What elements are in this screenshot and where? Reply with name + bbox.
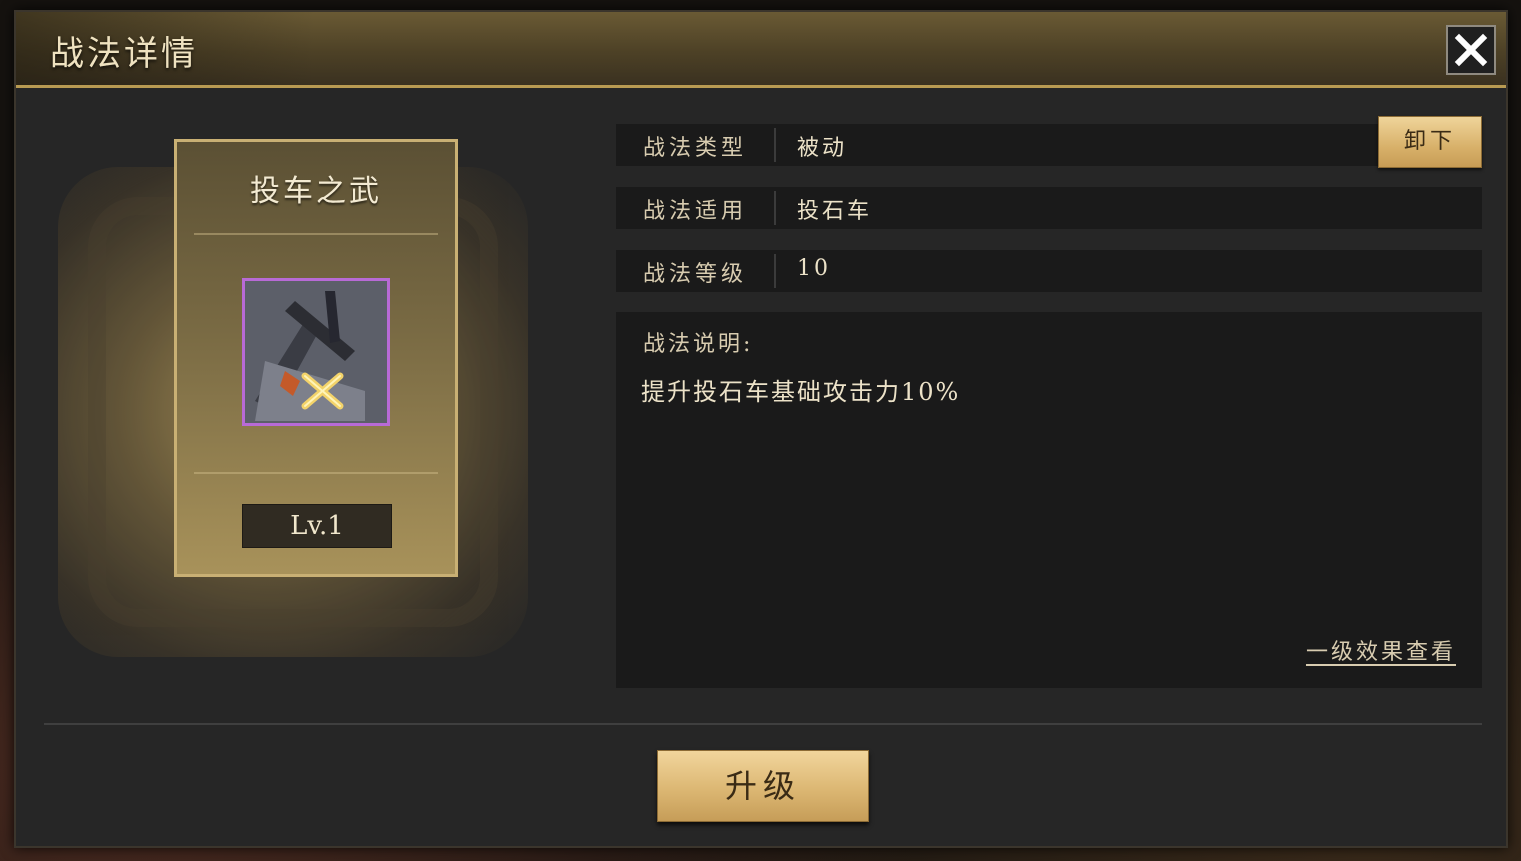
info-row-level: 战法等级 10 <box>616 250 1482 292</box>
type-value: 被动 <box>797 136 848 161</box>
dialog-title: 战法详情 <box>50 34 198 74</box>
type-label: 战法类型 <box>643 136 748 161</box>
description-heading: 战法说明: <box>643 332 754 357</box>
skill-card: 投车之武 Lv.1 <box>174 139 458 577</box>
applicable-label: 战法适用 <box>643 199 748 224</box>
skill-name: 投车之武 <box>250 174 382 209</box>
card-divider-top <box>194 233 438 235</box>
upgrade-button[interactable]: 升级 <box>657 750 869 822</box>
close-icon <box>1454 33 1488 67</box>
catapult-skill-icon <box>242 278 390 426</box>
description-panel: 战法说明: 提升投石车基础攻击力10% 一级效果查看 <box>616 312 1482 688</box>
info-row-applicable: 战法适用 投石车 <box>616 187 1482 229</box>
skill-level-badge: Lv.1 <box>242 504 392 548</box>
row-separator <box>774 128 776 162</box>
description-text: 提升投石车基础攻击力10% <box>641 378 961 406</box>
level-one-effect-link[interactable]: 一级效果查看 <box>1306 634 1456 666</box>
applicable-value: 投石车 <box>797 199 873 224</box>
row-separator <box>774 191 776 225</box>
footer-divider <box>44 723 1482 725</box>
info-row-type: 战法类型 被动 <box>616 124 1482 166</box>
unequip-button[interactable]: 卸下 <box>1378 116 1482 168</box>
card-divider-bottom <box>194 472 438 474</box>
close-button[interactable] <box>1446 25 1496 75</box>
row-separator <box>774 254 776 288</box>
level-value: 10 <box>797 256 831 281</box>
title-bar: 战法详情 <box>16 12 1506 88</box>
skill-detail-dialog: 战法详情 投车之武 Lv.1 战法类型 被动 卸下 战法适用 投石车 战法等级 … <box>14 10 1508 848</box>
level-label: 战法等级 <box>643 262 748 287</box>
